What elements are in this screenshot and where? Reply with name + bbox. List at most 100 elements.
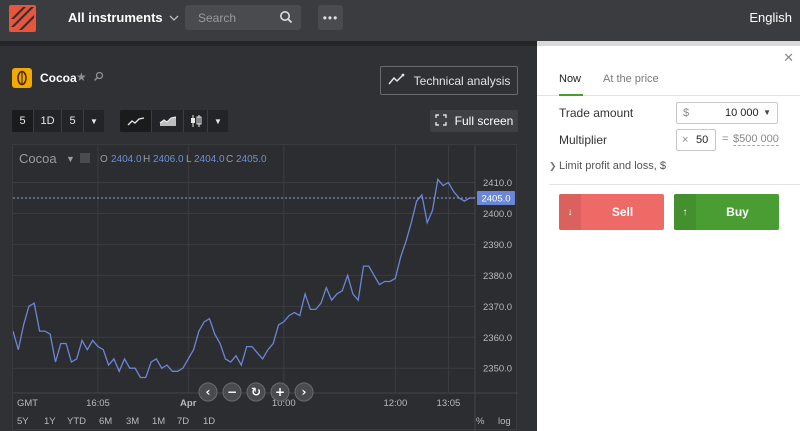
- ohlc-low-value: 2404.0: [194, 154, 225, 165]
- range-button-1y[interactable]: 1Y: [44, 416, 56, 427]
- full-screen-label: Full screen: [454, 114, 514, 128]
- ohlc-low-label: L: [186, 154, 192, 165]
- chart-type-selector: ▼: [120, 110, 228, 132]
- currency-symbol: $: [683, 107, 690, 119]
- range-button-1d[interactable]: 1D: [203, 416, 215, 427]
- buy-label: Buy: [726, 205, 749, 219]
- chart-panel: Cocoa ★ Technical analysis 5 1D 5 ▼ ▼ Fu…: [0, 41, 537, 431]
- trade-amount-value: 10 000: [725, 107, 759, 119]
- range-button-ytd[interactable]: YTD: [67, 416, 86, 427]
- range-button-1m[interactable]: 1M: [152, 416, 165, 427]
- arrow-up-icon: ↑: [674, 194, 696, 230]
- all-instruments-label: All instruments: [68, 10, 163, 25]
- sell-label: Sell: [611, 205, 634, 219]
- buy-button[interactable]: ↑ Buy: [674, 194, 779, 230]
- top-bar: All instruments ••• English: [0, 0, 800, 41]
- ohlc-open-label: O: [100, 154, 108, 165]
- svg-text:‹: ‹: [206, 385, 211, 399]
- trade-panel: ✕ Now At the price Trade amount $ 10 000…: [537, 41, 800, 431]
- range-button-3m[interactable]: 3M: [126, 416, 139, 427]
- svg-text:−: −: [227, 385, 237, 399]
- chevron-right-icon: ❯: [549, 161, 557, 171]
- multiplier-label: Multiplier: [559, 133, 608, 147]
- tab-now[interactable]: Now: [559, 73, 581, 85]
- range-button-5y[interactable]: 5Y: [17, 416, 29, 427]
- ohlc-close-label: C: [226, 154, 233, 165]
- multiplier-prefix: ×: [682, 134, 689, 146]
- trade-amount-field[interactable]: $ 10 000 ▼: [676, 102, 778, 124]
- ohlc-close-value: 2405.0: [236, 154, 267, 165]
- svg-text:›: ›: [302, 385, 307, 399]
- interval-dropdown-icon[interactable]: ▼: [84, 110, 104, 132]
- cocoa-bean-icon: [12, 68, 32, 88]
- order-tabs: Now At the price: [537, 68, 800, 96]
- full-screen-button[interactable]: Full screen: [430, 110, 518, 132]
- interval-1d-button[interactable]: 1D: [34, 110, 62, 132]
- y-tick-label: 2380.0: [483, 271, 512, 282]
- close-icon[interactable]: ✕: [783, 50, 794, 66]
- language-selector[interactable]: English: [749, 10, 792, 25]
- scale-option-log[interactable]: log: [498, 416, 511, 427]
- logo-icon[interactable]: [9, 5, 36, 32]
- x-tick-label: 16:05: [86, 398, 110, 409]
- technical-analysis-button[interactable]: Technical analysis: [380, 66, 518, 95]
- y-tick-label: 2390.0: [483, 240, 512, 251]
- amount-dropdown-icon[interactable]: ▼: [763, 108, 771, 117]
- limit-profit-loss-label: Limit profit and loss, $: [559, 160, 666, 172]
- limit-profit-loss-toggle[interactable]: ❯ Limit profit and loss, $: [549, 159, 800, 185]
- multiplier-field[interactable]: × 50: [676, 129, 716, 151]
- reset-icon[interactable]: ↻: [246, 382, 266, 402]
- chart-type-dropdown-icon[interactable]: ▼: [208, 110, 228, 132]
- svg-text:+: +: [275, 385, 285, 399]
- sell-button[interactable]: ↓ Sell: [559, 194, 664, 230]
- range-button-6m[interactable]: 6M: [99, 416, 112, 427]
- scale-option-percent[interactable]: %: [476, 416, 485, 427]
- y-tick-label: 2400.0: [483, 209, 512, 220]
- trend-line-icon: [388, 73, 406, 88]
- position-total: $500 000: [733, 133, 779, 146]
- y-tick-label: 2370.0: [483, 302, 512, 313]
- favorite-star-icon[interactable]: ★: [76, 70, 87, 84]
- chevron-left-icon[interactable]: ‹: [198, 382, 218, 402]
- zoom-in-icon[interactable]: +: [270, 382, 290, 402]
- x-tick-label: Apr: [180, 398, 197, 409]
- range-button-7d[interactable]: 7D: [177, 416, 189, 427]
- ohlc-high-value: 2406.0: [153, 154, 184, 165]
- candle-size-button[interactable]: 5: [62, 110, 84, 132]
- search-asset-icon[interactable]: [93, 71, 104, 85]
- chart-asset-dropdown-icon[interactable]: ▼: [66, 154, 75, 164]
- svg-text:↻: ↻: [251, 385, 261, 399]
- app-window: All instruments ••• English Cocoa ★ T: [0, 0, 800, 431]
- chart-settings-icon[interactable]: [80, 153, 90, 163]
- ohlc-open-value: 2404.0: [111, 154, 142, 165]
- ohlc-high-label: H: [143, 154, 150, 165]
- candlestick-icon[interactable]: [184, 110, 208, 132]
- x-tick-label: 12:00: [383, 398, 407, 409]
- current-price-label: 2405.0: [481, 193, 510, 204]
- zoom-out-icon[interactable]: −: [222, 382, 242, 402]
- all-instruments-dropdown[interactable]: All instruments: [68, 10, 179, 25]
- chart-asset-name[interactable]: Cocoa: [19, 151, 57, 166]
- y-tick-label: 2410.0: [483, 178, 512, 189]
- search-input[interactable]: [185, 5, 275, 30]
- multiplier-value: 50: [696, 134, 709, 146]
- interval-selector: 5 1D 5 ▼: [12, 110, 104, 132]
- chevron-right-icon[interactable]: ›: [294, 382, 314, 402]
- expand-icon: [435, 113, 447, 129]
- trade-amount-label: Trade amount: [559, 106, 634, 120]
- more-options-button[interactable]: •••: [318, 5, 343, 30]
- technical-analysis-label: Technical analysis: [413, 73, 511, 88]
- price-chart[interactable]: 2410.0 2400.0 2390.0 2380.0 2370.0 2360.0 2350…: [12, 144, 518, 431]
- chevron-down-icon: [169, 13, 179, 24]
- x-tick-label: 13:05: [437, 398, 461, 409]
- search-box: [185, 5, 301, 30]
- tab-at-the-price[interactable]: At the price: [603, 73, 659, 85]
- asset-name: Cocoa: [40, 71, 77, 85]
- interval-5-button[interactable]: 5: [12, 110, 34, 132]
- price-chart-svg: 2410.0 2400.0 2390.0 2380.0 2370.0 2360.0 2350…: [13, 145, 518, 431]
- area-chart-icon[interactable]: [152, 110, 184, 132]
- search-icon[interactable]: [279, 10, 293, 29]
- line-chart-icon[interactable]: [120, 110, 152, 132]
- y-tick-label: 2360.0: [483, 333, 512, 344]
- active-tab-underline: [559, 94, 583, 96]
